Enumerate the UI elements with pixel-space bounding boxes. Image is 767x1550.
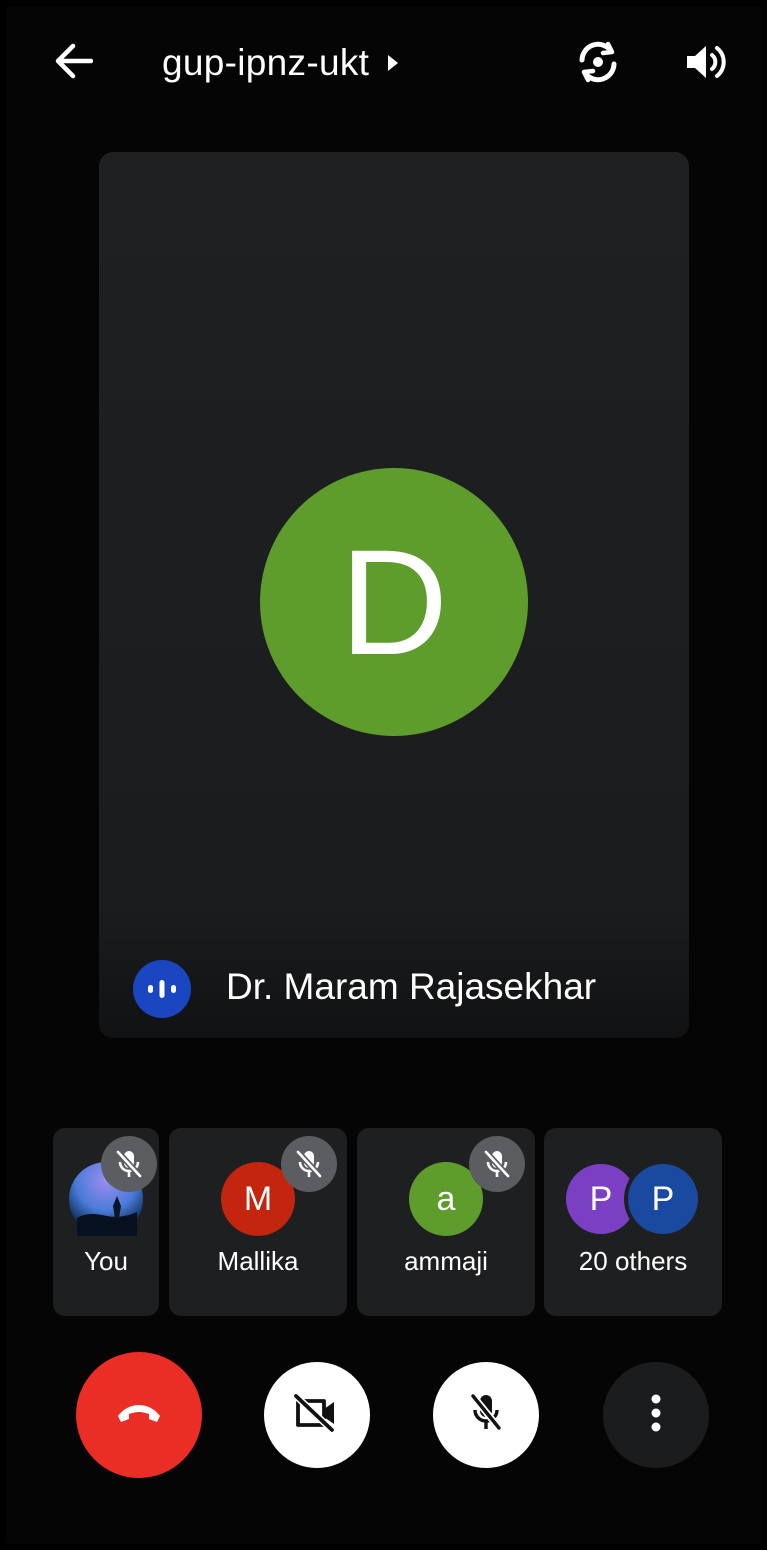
- meeting-title[interactable]: gup-ipnz-ukt: [162, 40, 399, 86]
- speaker-button[interactable]: [676, 36, 736, 92]
- end-call-button[interactable]: [76, 1352, 202, 1478]
- participant-label: You: [84, 1246, 128, 1276]
- arrow-left-icon: [53, 43, 94, 84]
- mic-off-icon: [101, 1136, 157, 1192]
- video-off-icon: [292, 1392, 342, 1438]
- avatar: P: [628, 1164, 698, 1234]
- participant-label: ammaji: [404, 1246, 488, 1276]
- more-vertical-icon: [650, 1393, 662, 1438]
- mic-off-icon: [469, 1136, 525, 1192]
- mic-off-icon: [281, 1136, 337, 1192]
- avatar: P: [566, 1164, 636, 1234]
- participant-tile-mallika[interactable]: M Mallika: [169, 1128, 347, 1316]
- meeting-code: gup-ipnz-ukt: [162, 42, 370, 83]
- caret-right-icon: [387, 54, 399, 72]
- participant-tile-others[interactable]: P P 20 others: [544, 1128, 722, 1316]
- speaking-indicator-icon: [133, 960, 191, 1018]
- switch-camera-icon: [573, 38, 623, 91]
- main-participant-name: Dr. Maram Rajasekhar: [226, 966, 597, 1007]
- main-participant-avatar: D: [260, 468, 528, 736]
- switch-camera-button[interactable]: [568, 36, 628, 92]
- participant-tile-ammaji[interactable]: a ammaji: [357, 1128, 535, 1316]
- participant-tile-you[interactable]: You: [53, 1128, 159, 1316]
- participant-label: Mallika: [217, 1246, 299, 1276]
- phone-hangup-icon: [116, 1402, 162, 1429]
- participant-label: 20 others: [578, 1246, 688, 1276]
- toggle-mic-button[interactable]: [433, 1362, 539, 1468]
- back-button[interactable]: [48, 40, 98, 86]
- more-options-button[interactable]: [603, 1362, 709, 1468]
- meet-call-screen: gup-ipnz-ukt D Dr. Maram Rajasekhar You …: [6, 6, 761, 1544]
- main-participant-tile[interactable]: D Dr. Maram Rajasekhar: [99, 152, 689, 1038]
- volume-icon: [683, 42, 729, 87]
- toggle-camera-button[interactable]: [264, 1362, 370, 1468]
- mic-off-icon: [469, 1392, 503, 1439]
